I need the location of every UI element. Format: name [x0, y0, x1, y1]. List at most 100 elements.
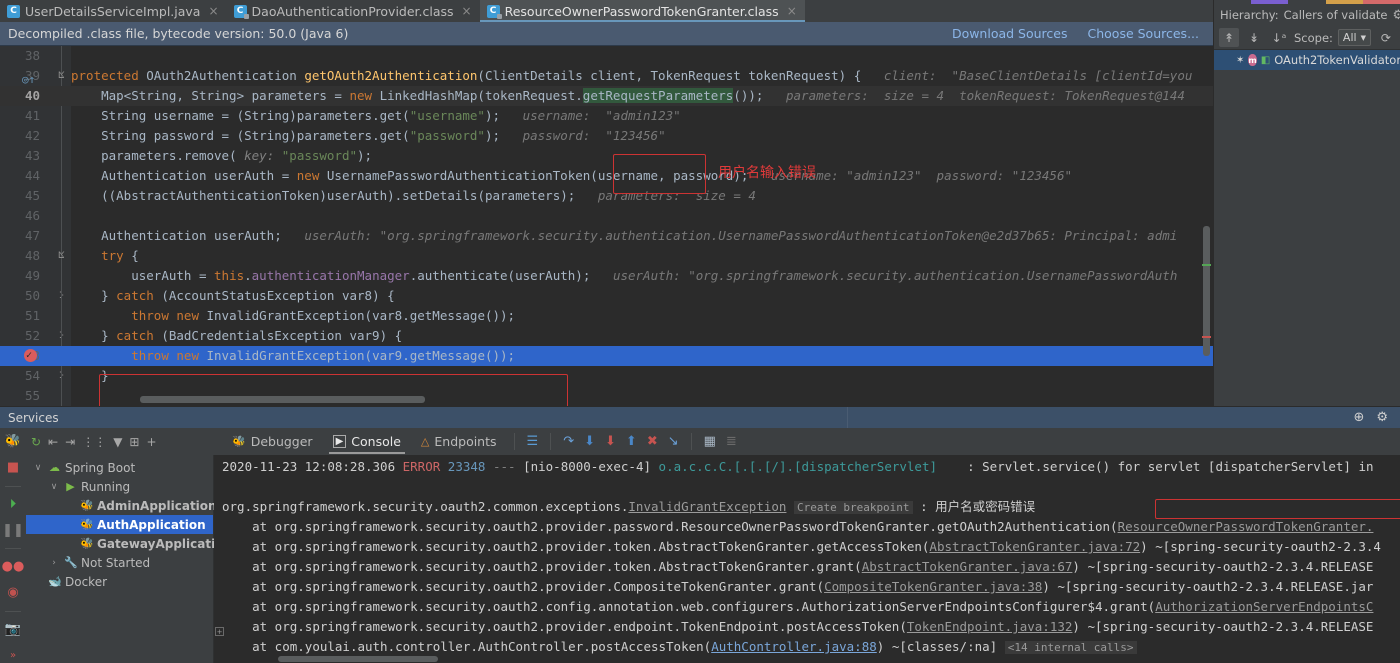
editor-line[interactable]: 40 Map<String, String> parameters = new …	[0, 86, 1213, 106]
fold-marker-icon[interactable]: ⴾ	[56, 290, 67, 302]
sort-alphabetically-icon[interactable]: ↓ᵃ	[1269, 28, 1289, 47]
decompiled-notification-bar: Decompiled .class file, bytecode version…	[0, 22, 1213, 46]
editor-tab-1[interactable]: C DaoAuthenticationProvider.class ×	[227, 0, 480, 22]
chevron-down-icon[interactable]: ∨	[32, 463, 44, 473]
expand-all-icon[interactable]: ⇤	[48, 435, 58, 449]
editor-line[interactable]: 53 throw new InvalidGrantException(var9.…	[0, 346, 1213, 366]
force-step-into-icon[interactable]: ⬇	[600, 434, 621, 449]
refresh-icon[interactable]: ⟳	[1376, 28, 1396, 47]
editor-line[interactable]: 38	[0, 46, 1213, 66]
callees-hierarchy-icon[interactable]: ↡	[1244, 28, 1264, 47]
more-icon[interactable]: »	[4, 647, 22, 663]
tab-console[interactable]: ▶ Console	[323, 428, 411, 455]
editor-line[interactable]: 54 ⴾ }	[0, 366, 1213, 386]
choose-sources-link[interactable]: Choose Sources...	[1088, 26, 1200, 41]
console-line[interactable]: at org.springframework.security.oauth2.p…	[214, 577, 1400, 597]
console-line[interactable]: at org.springframework.security.oauth2.p…	[214, 557, 1400, 577]
run-to-cursor-icon[interactable]: ↘	[663, 434, 684, 449]
locate-icon[interactable]: ⊕	[1353, 410, 1364, 425]
editor-line[interactable]: 49 userAuth = this.authenticationManager…	[0, 266, 1213, 286]
stop-icon[interactable]: ■	[4, 460, 22, 476]
soft-wrap-icon[interactable]: ☰	[522, 434, 544, 449]
editor-line[interactable]: 47 Authentication userAuth; userAuth: "o…	[0, 226, 1213, 246]
add-frame-icon[interactable]: ⊞	[129, 435, 139, 449]
services-tree-item-gatewayapplication[interactable]: 🐝 GatewayApplication	[26, 534, 232, 553]
editor-line[interactable]: 42 String password = (String)parameters.…	[0, 126, 1213, 146]
fold-marker-icon[interactable]: ⴿ	[56, 70, 67, 82]
download-sources-link[interactable]: Download Sources	[952, 26, 1068, 41]
collapse-all-icon[interactable]: ⇥	[65, 435, 75, 449]
fold-marker-icon[interactable]: ⴾ	[56, 370, 67, 382]
console-line[interactable]: at com.youlai.auth.controller.AuthContro…	[214, 637, 1400, 657]
services-tree-item-docker[interactable]: 🐋 Docker	[26, 572, 213, 591]
resume-icon[interactable]: ⏵	[4, 496, 22, 512]
editor-line[interactable]: 51 throw new InvalidGrantException(var8.…	[0, 306, 1213, 326]
close-icon[interactable]: ×	[462, 4, 472, 18]
services-tree[interactable]: ∨ ☁ Spring Boot ∨ ▶ Running 🐝 AdminApplication 🐝…	[26, 455, 232, 663]
gear-icon[interactable]: ⚙	[1392, 8, 1400, 23]
line-number: 49	[24, 268, 40, 283]
console-line[interactable]: at org.springframework.security.oauth2.p…	[214, 537, 1400, 557]
editor-line[interactable]: 52 ⴾ } catch (BadCredentialsException var…	[0, 326, 1213, 346]
drop-frame-icon[interactable]: ✖	[642, 434, 663, 449]
close-icon[interactable]: ×	[208, 4, 218, 18]
hierarchy-tree-node[interactable]: ✶ m ◧ OAuth2TokenValidator.	[1214, 50, 1400, 70]
step-out-icon[interactable]: ⬆	[621, 434, 642, 449]
services-tree-item-adminapplication[interactable]: 🐝 AdminApplication	[26, 496, 217, 515]
editor-line[interactable]: 39 ◎↑ ⴿ protected OAuth2Authentication getO…	[0, 66, 1213, 86]
run-to-cursor-icon[interactable]: ◎↑	[22, 70, 35, 86]
editor-line[interactable]: 46	[0, 206, 1213, 226]
filter-icon[interactable]: ▼	[113, 435, 122, 449]
editor-line[interactable]: 50 ⴾ } catch (AccountStatusException var8…	[0, 286, 1213, 306]
services-tool-window-header[interactable]: Services ⊕ ⚙	[0, 406, 1400, 428]
editor-line[interactable]: 44 Authentication userAuth = new Usernam…	[0, 166, 1213, 186]
editor-tab-0[interactable]: C UserDetailsServiceImpl.java ×	[0, 0, 227, 22]
editor-line[interactable]: 41 String username = (String)parameters.…	[0, 106, 1213, 126]
console-output[interactable]: 2020-11-23 12:08:28.306 ERROR 23348 --- …	[214, 455, 1400, 663]
console-line[interactable]: at org.springframework.security.oauth2.p…	[214, 517, 1400, 537]
fold-marker-icon[interactable]: ⴾ	[56, 330, 67, 342]
layout-icon[interactable]: ≣	[721, 434, 742, 449]
services-tree-item-spring-boot[interactable]: ∨ ☁ Spring Boot	[26, 458, 213, 477]
tab-debugger[interactable]: 🐝 Debugger	[222, 428, 323, 455]
hierarchy-scope-select[interactable]: All ▼	[1337, 29, 1371, 46]
add-icon[interactable]: +	[146, 435, 156, 449]
close-icon[interactable]: ×	[787, 4, 797, 18]
tab-label: Console	[351, 434, 401, 449]
debug-icon[interactable]: 🐝	[4, 434, 22, 450]
console-horizontal-scrollbar[interactable]	[278, 656, 438, 662]
chevron-right-icon[interactable]: ›	[48, 558, 60, 568]
editor-tab-2[interactable]: C ResourceOwnerPasswordTokenGranter.clas…	[479, 0, 805, 22]
editor-line[interactable]: 43 parameters.remove( key: "password");	[0, 146, 1213, 166]
pause-icon[interactable]: ❚❚	[2, 522, 24, 538]
console-line[interactable]: at org.springframework.security.oauth2.p…	[214, 617, 1400, 637]
line-number: 41	[24, 108, 40, 123]
editor-line[interactable]: 48 ⴿ try {	[0, 246, 1213, 266]
step-over-icon[interactable]: ↷	[558, 434, 579, 449]
group-icon[interactable]: ⋮⋮	[82, 435, 106, 449]
code-editor[interactable]: 38 39 ◎↑ ⴿ protected OAuth2Authentication ge…	[0, 46, 1213, 406]
collapse-frames-icon[interactable]: +	[215, 627, 224, 636]
screenshot-icon[interactable]: 📷	[4, 621, 22, 637]
console-line[interactable]: at org.springframework.security.oauth2.c…	[214, 597, 1400, 617]
fold-marker-icon[interactable]: ⴿ	[56, 250, 67, 262]
mute-breakpoints-icon[interactable]: ◉	[4, 585, 22, 601]
console-line[interactable]	[214, 477, 1400, 497]
breakpoint-icon[interactable]	[24, 346, 37, 366]
services-tree-item-authapplication[interactable]: 🐝 AuthApplication	[26, 515, 213, 534]
tab-endpoints[interactable]: △ Endpoints	[411, 428, 507, 455]
console-line[interactable]: org.springframework.security.oauth2.comm…	[214, 497, 1400, 517]
console-line[interactable]: 2020-11-23 12:08:28.306 ERROR 23348 --- …	[214, 457, 1400, 477]
evaluate-icon[interactable]: ▦	[699, 434, 721, 449]
step-into-icon[interactable]: ⬇	[579, 434, 600, 449]
settings-gear-icon[interactable]: ⚙	[1376, 410, 1388, 425]
chevron-down-icon[interactable]: ∨	[48, 482, 60, 492]
services-tree-item-running[interactable]: ∨ ▶ Running	[26, 477, 213, 496]
rerun-icon[interactable]: ↻	[31, 435, 41, 449]
editor-line[interactable]: 45 ((AbstractAuthenticationToken)userAut…	[0, 186, 1213, 206]
services-tree-item-label: Not Started	[81, 555, 151, 570]
callers-hierarchy-icon[interactable]: ↟	[1219, 28, 1239, 47]
breakpoints-icon[interactable]: ●●	[2, 559, 25, 575]
services-tree-item-not-started[interactable]: › 🔧 Not Started	[26, 553, 213, 572]
editor-horizontal-scrollbar[interactable]	[140, 396, 425, 403]
